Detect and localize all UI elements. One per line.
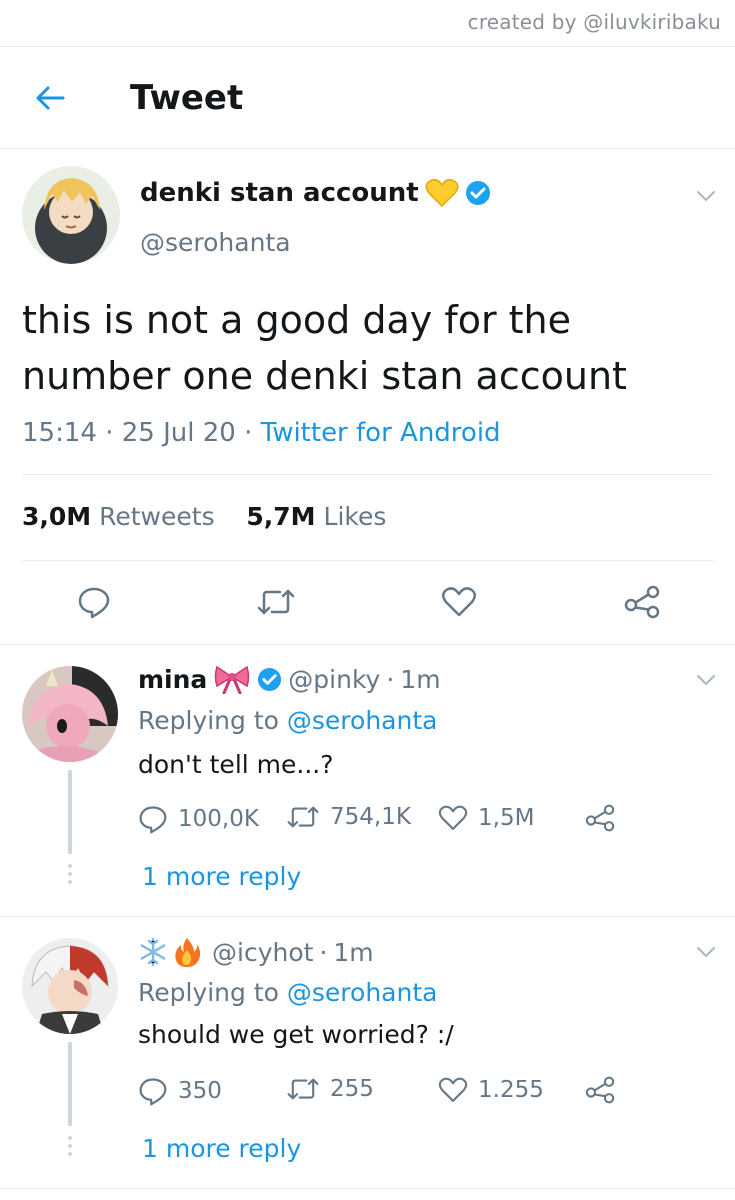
share-icon	[585, 1076, 615, 1104]
reply-share-button[interactable]	[584, 1076, 616, 1104]
top-bar: Tweet	[0, 48, 735, 148]
avatar[interactable]	[22, 166, 120, 264]
chevron-down-icon[interactable]	[694, 668, 718, 692]
mention-link[interactable]: @serohanta	[287, 978, 438, 1007]
reply-like-button[interactable]: 1,5M	[438, 804, 534, 832]
reply-author[interactable]: @icyhot · 1m	[138, 936, 374, 968]
retweet-button[interactable]	[254, 580, 298, 624]
divider	[0, 46, 735, 47]
author-name[interactable]: denki stan account	[140, 178, 491, 208]
reply-button[interactable]	[72, 580, 116, 624]
retweets-stat[interactable]: 3,0M Retweets	[22, 502, 215, 531]
author-handle[interactable]: @serohanta	[140, 228, 291, 257]
comment-count: 100,0K	[178, 806, 259, 832]
tweet-actions	[0, 580, 735, 624]
tweet-time: 15:14	[22, 418, 97, 448]
more-replies-link[interactable]: 1 more reply	[142, 862, 301, 891]
thread-dots	[66, 1136, 74, 1156]
verified-badge-icon	[465, 181, 490, 205]
tweet-source-link[interactable]: Twitter for Android	[261, 418, 501, 448]
likes-stat[interactable]: 5,7M Likes	[246, 502, 386, 531]
tweet-text: this is not a good day for the number on…	[22, 298, 627, 398]
replying-to: Replying to @serohanta	[138, 978, 437, 1007]
ribbon-icon	[215, 665, 250, 694]
divider	[22, 474, 713, 475]
comment-icon	[139, 1078, 167, 1106]
tweet-stats: 3,0M Retweets 5,7M Likes	[22, 502, 386, 531]
divider	[0, 644, 735, 645]
reply-time: 1m	[400, 664, 441, 694]
comment-count: 350	[178, 1078, 222, 1104]
reply-text: don't tell me...?	[138, 750, 334, 779]
author-name-label: denki stan account	[140, 178, 419, 208]
mention-link[interactable]: @serohanta	[287, 706, 438, 735]
chevron-down-icon[interactable]	[694, 184, 718, 208]
retweet-icon	[287, 806, 319, 828]
share-button[interactable]	[620, 580, 664, 624]
tweet-meta: 15:14 · 25 Jul 20 · Twitter for Android	[22, 418, 501, 448]
retweet-count: 255	[330, 1076, 374, 1102]
retweet-count: 754,1K	[330, 804, 411, 830]
thread-line	[68, 770, 72, 854]
credit-text: created by @iluvkiribaku	[467, 10, 721, 34]
reply-author-handle: @pinky	[288, 664, 381, 694]
like-count: 1,5M	[478, 805, 535, 831]
reply-text: should we get worried? :/	[138, 1020, 454, 1049]
separator: ·	[386, 664, 395, 694]
replying-to-label: Replying to	[138, 706, 279, 735]
reply-share-button[interactable]	[584, 804, 616, 832]
yellow-heart-icon	[425, 178, 459, 208]
reply-actions: 100,0K 754,1K 1,5M	[138, 804, 638, 838]
like-count: 1.255	[478, 1077, 544, 1103]
likes-count: 5,7M	[246, 502, 316, 531]
back-button[interactable]	[30, 78, 70, 118]
retweet-icon	[257, 589, 295, 615]
reply-time: 1m	[333, 937, 374, 967]
arrow-left-icon	[36, 86, 65, 110]
divider	[22, 560, 713, 561]
reply-comment-button[interactable]: 100,0K	[138, 804, 259, 834]
separator: ·	[244, 418, 261, 448]
comment-icon	[78, 587, 110, 619]
reply-author-name: mina	[138, 664, 208, 694]
verified-badge-icon	[258, 667, 282, 691]
separator: ·	[319, 937, 328, 967]
replying-to: Replying to @serohanta	[138, 706, 437, 735]
reply-author[interactable]: mina @pinky · 1m	[138, 664, 441, 694]
reply-actions: 350 255 1.255	[138, 1076, 638, 1110]
replying-to-label: Replying to	[138, 978, 279, 1007]
reply-comment-button[interactable]: 350	[138, 1076, 222, 1106]
reply-retweet-button[interactable]: 255	[286, 1076, 374, 1102]
comment-icon	[139, 806, 167, 834]
share-icon	[624, 585, 660, 619]
page-title: Tweet	[130, 78, 244, 118]
reply-retweet-button[interactable]: 754,1K	[286, 804, 411, 830]
share-icon	[585, 804, 615, 832]
tweet-date: 25 Jul 20	[121, 418, 236, 448]
thread-line	[68, 1042, 72, 1126]
heart-icon	[438, 805, 468, 830]
more-replies-link[interactable]: 1 more reply	[142, 1134, 301, 1163]
separator: ·	[105, 418, 122, 448]
reply-like-button[interactable]: 1.255	[438, 1076, 544, 1104]
retweets-label: Retweets	[99, 502, 215, 531]
retweet-icon	[287, 1078, 319, 1100]
heart-icon	[442, 587, 476, 617]
avatar[interactable]	[22, 938, 118, 1034]
divider	[0, 1188, 735, 1189]
divider	[0, 148, 735, 149]
likes-label: Likes	[323, 502, 387, 531]
snowflake-icon	[140, 937, 166, 967]
fire-icon	[175, 938, 200, 967]
reply-author-handle: @icyhot	[212, 937, 314, 967]
like-button[interactable]	[437, 580, 481, 624]
chevron-down-icon[interactable]	[694, 940, 718, 964]
heart-icon	[438, 1077, 468, 1102]
divider	[0, 916, 735, 917]
avatar[interactable]	[22, 666, 118, 762]
thread-dots	[66, 864, 74, 884]
retweets-count: 3,0M	[22, 502, 92, 531]
